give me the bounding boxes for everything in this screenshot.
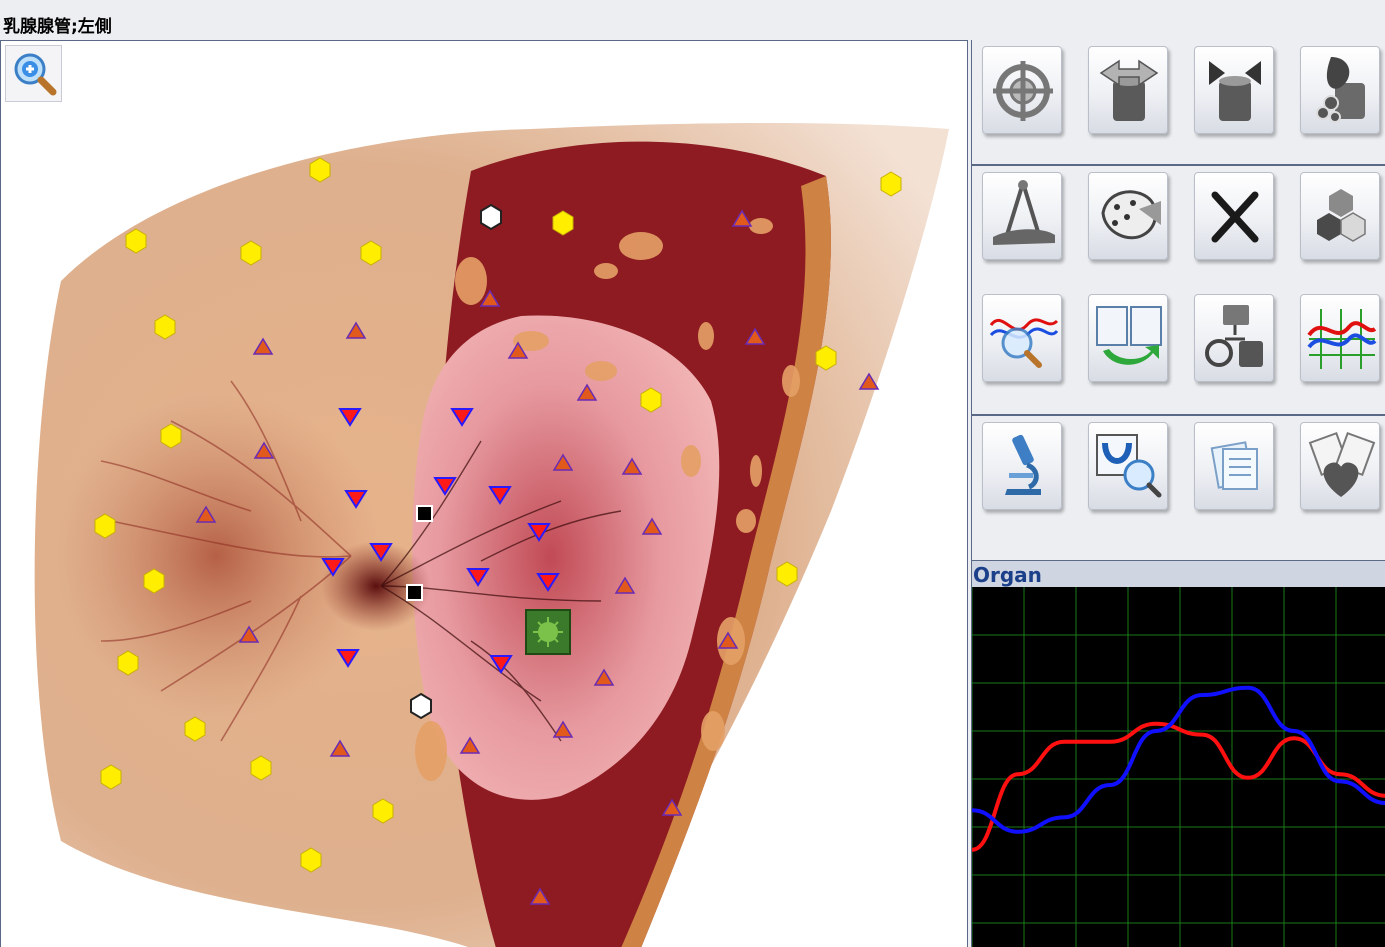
tool-group-2 [972,166,1385,416]
compass-measure-icon [993,180,1055,245]
organ-panel-title: Organ [973,563,1042,587]
cylinder-expand-icon [1099,59,1159,121]
breast-anatomy-illustration [34,123,949,947]
application-window: 乳腺腺管;左側 Organ [0,0,1385,947]
compass-measure-button[interactable] [982,172,1062,260]
title-bar: 乳腺腺管;左側 [0,0,1385,40]
crosshair-target-icon [993,61,1053,121]
device-cycle-icon [1205,305,1263,367]
anatomy-viewer[interactable] [0,40,968,947]
close-x-icon [1211,191,1259,243]
organ-header: Organ [972,560,1385,587]
clipboard-exchange-icon [1096,306,1162,365]
clipboard-exchange-button[interactable] [1088,294,1168,382]
tool-group-1 [972,40,1385,166]
device-cycle-button[interactable] [1194,294,1274,382]
cylinder-contract-button[interactable] [1194,46,1274,134]
wave-magnifier-button[interactable] [982,294,1062,382]
focus-virus-marker[interactable] [525,609,571,655]
cylinder-contract-icon [1209,61,1261,121]
cylinder-expand-button[interactable] [1088,46,1168,134]
magnifier-plus-icon [14,53,57,96]
organ-wave-plot [972,587,1385,947]
blue-wave-curve [972,685,1385,834]
tooth-scan-icon [1096,434,1162,498]
zoom-button[interactable] [5,45,62,102]
molecule-button[interactable] [1300,172,1380,260]
window-title: 乳腺腺管;左側 [3,17,112,37]
tool-panel: Organ [971,40,1385,947]
spectrum-chart-button[interactable] [1300,294,1380,382]
organ-cells-icon [1316,57,1365,123]
body-points-button[interactable] [1088,172,1168,260]
microscope-button[interactable] [982,422,1062,510]
microscope-icon [1005,434,1041,495]
spectrum-chart-icon [1307,309,1377,369]
document-list-icon [1210,441,1258,490]
body-points-icon [1101,190,1161,240]
tool-group-3 [972,416,1385,560]
red-wave-curve [972,721,1385,852]
heart-report-button[interactable] [1300,422,1380,510]
tooth-scan-button[interactable] [1088,422,1168,510]
document-list-button[interactable] [1194,422,1274,510]
wave-magnifier-icon [989,318,1059,368]
organ-cells-button[interactable] [1300,46,1380,134]
molecule-icon [1317,189,1366,242]
close-x-button[interactable] [1194,172,1274,260]
heart-report-icon [1308,431,1376,497]
organ-wave-graph [972,587,1385,947]
crosshair-target-button[interactable] [982,46,1062,134]
